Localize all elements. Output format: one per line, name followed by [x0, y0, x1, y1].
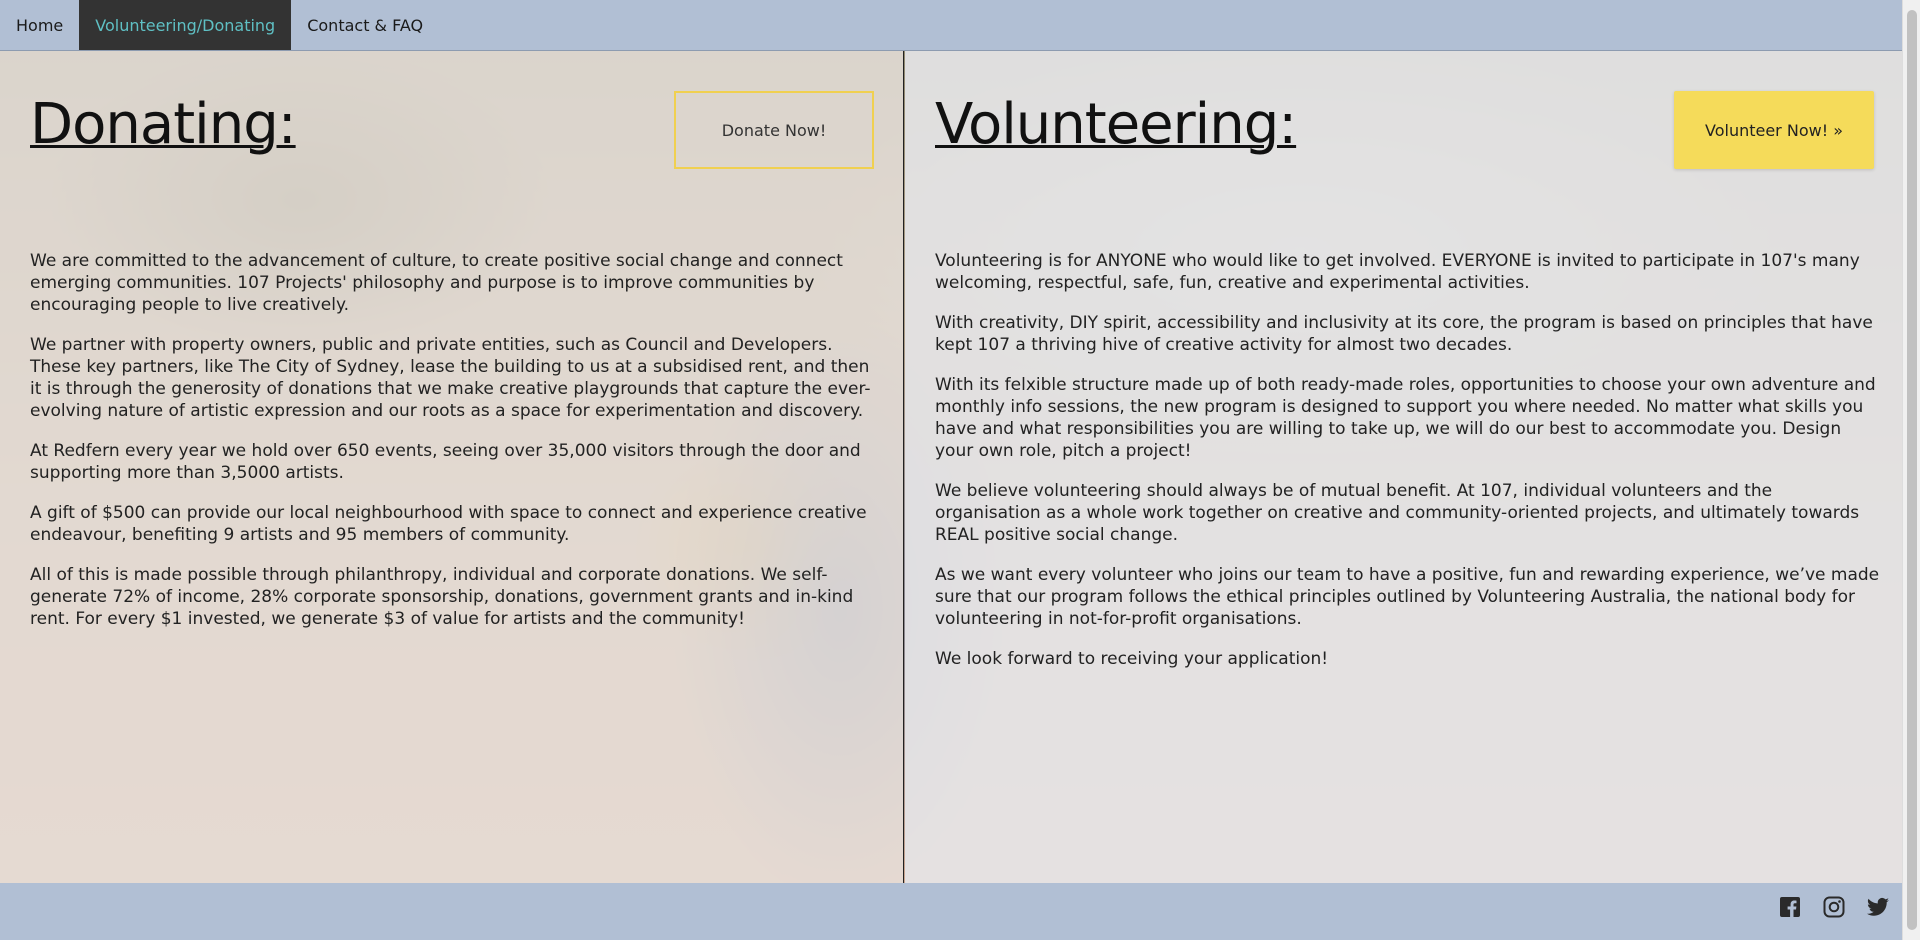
volunteering-paragraph: With creativity, DIY spirit, accessibili… [935, 313, 1873, 355]
volunteering-paragraph: Volunteering is for ANYONE who would lik… [935, 251, 1860, 293]
main-content: Donating: Donate Now! We are committed t… [0, 50, 1902, 883]
facebook-icon[interactable] [1778, 895, 1802, 919]
volunteer-now-button[interactable]: Volunteer Now! » [1674, 91, 1874, 169]
nav-volunteering-donating[interactable]: Volunteering/Donating [79, 0, 292, 50]
donating-paragraph: We are committed to the advancement of c… [30, 251, 843, 315]
top-navbar: Home Volunteering/Donating Contact & FAQ [0, 0, 1902, 51]
donate-now-button[interactable]: Donate Now! [674, 91, 874, 169]
instagram-icon[interactable] [1822, 895, 1846, 919]
volunteering-body: Volunteering is for ANYONE who would lik… [935, 250, 1880, 688]
nav-contact-faq[interactable]: Contact & FAQ [291, 0, 439, 50]
donating-title: Donating: [30, 92, 297, 157]
volunteering-paragraph: We believe volunteering should always be… [935, 481, 1860, 545]
volunteering-paragraph: We look forward to receiving your applic… [935, 649, 1329, 669]
volunteering-title: Volunteering: [935, 92, 1297, 157]
volunteering-panel: Volunteering: Volunteer Now! » Volunteer… [905, 50, 1902, 883]
scrollbar-thumb[interactable] [1907, 10, 1917, 930]
donating-paragraph: We partner with property owners, public … [30, 335, 871, 421]
volunteering-paragraph: With its felxible structure made up of b… [935, 375, 1876, 461]
page-scrollbar[interactable] [1902, 0, 1920, 940]
twitter-icon[interactable] [1866, 895, 1890, 919]
donating-panel: Donating: Donate Now! We are committed t… [0, 50, 904, 883]
footer [0, 883, 1902, 940]
donating-paragraph: At Redfern every year we hold over 650 e… [30, 441, 861, 483]
donating-paragraph: A gift of $500 can provide our local nei… [30, 503, 867, 545]
volunteering-paragraph: As we want every volunteer who joins our… [935, 565, 1880, 629]
nav-home[interactable]: Home [0, 0, 79, 50]
donating-paragraph: All of this is made possible through phi… [30, 565, 854, 629]
donating-body: We are committed to the advancement of c… [30, 250, 876, 648]
